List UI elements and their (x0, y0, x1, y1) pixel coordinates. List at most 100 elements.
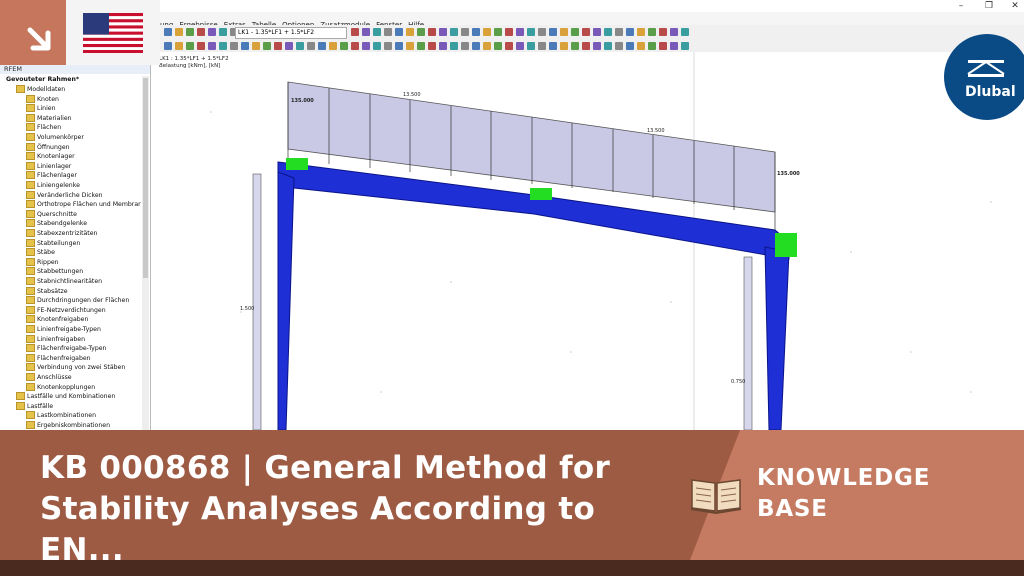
toolbar-button-icon[interactable] (549, 28, 557, 36)
toolbar-button-icon[interactable] (263, 42, 271, 50)
navigator-item[interactable]: Linienfreigabe-Typen (26, 325, 101, 335)
toolbar-button-icon[interactable] (516, 28, 524, 36)
navigator-item[interactable]: Materialien (26, 113, 72, 124)
navigator-item[interactable]: Liniengelenke (26, 181, 80, 191)
toolbar-button-icon[interactable] (549, 42, 557, 50)
navigator-item[interactable]: Lastkombinationen (26, 411, 96, 421)
navigator-item[interactable]: Verbindung von zwei Stäben (26, 363, 125, 373)
toolbar-button-icon[interactable] (604, 42, 612, 50)
toolbar-button-icon[interactable] (230, 42, 238, 50)
toolbar-button-icon[interactable] (483, 28, 491, 36)
toolbar-button-icon[interactable] (362, 28, 370, 36)
toolbar-button-icon[interactable] (494, 42, 502, 50)
navigator-item[interactable]: Stabbettungen (26, 267, 83, 277)
toolbar-button-icon[interactable] (582, 42, 590, 50)
toolbar-button-icon[interactable] (538, 28, 546, 36)
navigator-item[interactable]: Linienlager (26, 161, 71, 172)
navigator-item[interactable]: Volumenkörper (26, 133, 84, 143)
toolbar-button-icon[interactable] (296, 42, 304, 50)
toolbar-button-icon[interactable] (505, 42, 513, 50)
toolbar-button-icon[interactable] (615, 28, 623, 36)
navigator-item[interactable]: Orthotrope Flächen und Membrar (26, 200, 141, 210)
toolbar-button-icon[interactable] (659, 42, 667, 50)
toolbar-button-icon[interactable] (648, 42, 656, 50)
toolbar-button-icon[interactable] (197, 42, 205, 50)
close-icon[interactable]: ✕ (1004, 0, 1024, 12)
navigator-item[interactable]: Lastfälle und Kombinationen (16, 392, 115, 402)
model-viewport[interactable]: LK1 : 1.35*LF1 + 1.5*LF2 Belastung [kNm]… (151, 52, 1024, 430)
toolbar-button-icon[interactable] (527, 42, 535, 50)
toolbar-button-icon[interactable] (417, 28, 425, 36)
toolbar-button-icon[interactable] (351, 28, 359, 36)
toolbar-button-icon[interactable] (450, 42, 458, 50)
toolbar-button-icon[interactable] (395, 42, 403, 50)
toolbar-button-icon[interactable] (164, 28, 172, 36)
toolbar-button-icon[interactable] (175, 28, 183, 36)
toolbar-button-icon[interactable] (604, 28, 612, 36)
toolbar-button-icon[interactable] (560, 42, 568, 50)
navigator-scrollbar[interactable] (142, 76, 149, 430)
navigator-item[interactable]: Flächenlager (26, 171, 77, 181)
toolbar-button-icon[interactable] (428, 28, 436, 36)
navigator-item[interactable]: Rippen (26, 257, 59, 268)
toolbar-button-icon[interactable] (516, 42, 524, 50)
article-title[interactable]: KB 000868 | General Method for Stability… (40, 448, 680, 571)
navigator-item[interactable]: Knoten (26, 94, 59, 105)
dlubal-logo[interactable]: Dlubal (944, 34, 1024, 120)
toolbar-button-icon[interactable] (472, 42, 480, 50)
restore-icon[interactable]: ❐ (978, 0, 1000, 12)
navigator-item[interactable]: FE-Netzverdichtungen (26, 305, 106, 316)
navigator-item[interactable]: Knotenkopplungen (26, 382, 95, 393)
toolbar-button-icon[interactable] (252, 42, 260, 50)
toolbar-button-icon[interactable] (560, 28, 568, 36)
toolbar-button-icon[interactable] (208, 28, 216, 36)
toolbar-button-icon[interactable] (186, 28, 194, 36)
toolbar-button-icon[interactable] (329, 42, 337, 50)
toolbar-button-icon[interactable] (439, 42, 447, 50)
toolbar-button-icon[interactable] (318, 42, 326, 50)
navigator-item[interactable]: Stabsätze (26, 286, 68, 297)
scrollbar-thumb[interactable] (143, 78, 148, 278)
minimize-icon[interactable]: – (950, 0, 972, 12)
toolbar-button-icon[interactable] (681, 28, 689, 36)
navigator-model[interactable]: Gevouteter Rahmen* (6, 75, 79, 85)
navigator-item[interactable]: Flächenfreigaben (26, 353, 91, 364)
toolbar-button-icon[interactable] (483, 42, 491, 50)
toolbar-button-icon[interactable] (582, 28, 590, 36)
toolbar-button-icon[interactable] (285, 42, 293, 50)
toolbar-button-icon[interactable] (670, 28, 678, 36)
navigator-item[interactable]: Linien (26, 104, 56, 114)
navigator-item[interactable]: Stabnichtlinearitäten (26, 277, 102, 287)
navigator-item[interactable]: Linienfreigaben (26, 334, 85, 345)
toolbar-button-icon[interactable] (373, 42, 381, 50)
toolbar-button-icon[interactable] (659, 28, 667, 36)
toolbar-button-icon[interactable] (406, 42, 414, 50)
toolbar-button-icon[interactable] (670, 42, 678, 50)
toolbar-button-icon[interactable] (461, 42, 469, 50)
toolbar-button-icon[interactable] (241, 42, 249, 50)
toolbar-button-icon[interactable] (351, 42, 359, 50)
toolbar-button-icon[interactable] (373, 28, 381, 36)
navigator-item[interactable]: Querschnitte (26, 209, 77, 220)
toolbar-button-icon[interactable] (439, 28, 447, 36)
toolbar-button-icon[interactable] (527, 28, 535, 36)
toolbar-button-icon[interactable] (384, 28, 392, 36)
toolbar-button-icon[interactable] (428, 42, 436, 50)
toolbar-button-icon[interactable] (362, 42, 370, 50)
toolbar-button-icon[interactable] (175, 42, 183, 50)
navigator-root[interactable]: RFEM (0, 65, 150, 74)
toolbar-button-icon[interactable] (307, 42, 315, 50)
navigator-item[interactable]: Modelldaten (16, 85, 65, 95)
toolbar-button-icon[interactable] (637, 42, 645, 50)
navigator-item[interactable]: Anschlüsse (26, 373, 72, 383)
toolbar-button-icon[interactable] (538, 42, 546, 50)
navigator-item[interactable]: Stabexzentrizitäten (26, 229, 97, 239)
load-case-select[interactable]: LK1 - 1.35*LF1 + 1.5*LF2 (235, 27, 347, 39)
toolbar-button-icon[interactable] (384, 42, 392, 50)
toolbar-button-icon[interactable] (648, 28, 656, 36)
toolbar-button-icon[interactable] (406, 28, 414, 36)
language-flag[interactable] (66, 0, 160, 65)
toolbar-button-icon[interactable] (197, 28, 205, 36)
toolbar-button-icon[interactable] (219, 28, 227, 36)
navigator-item[interactable]: Stabendgelenke (26, 219, 87, 229)
